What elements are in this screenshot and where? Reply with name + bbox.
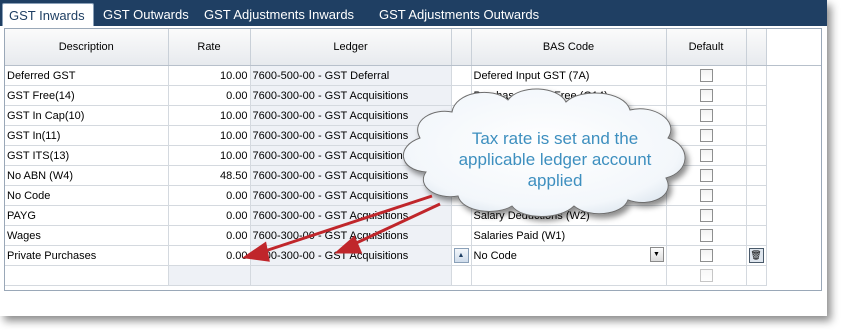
callout-overlay bbox=[241, 88, 686, 262]
arrow-to-ledger-head bbox=[334, 235, 363, 254]
arrow-to-ledger bbox=[351, 202, 441, 247]
callout-text: Tax rate is set and the applicable ledge… bbox=[458, 129, 652, 190]
arrow-to-rate-head bbox=[241, 241, 270, 262]
callout-pointer-arrows bbox=[241, 194, 441, 262]
